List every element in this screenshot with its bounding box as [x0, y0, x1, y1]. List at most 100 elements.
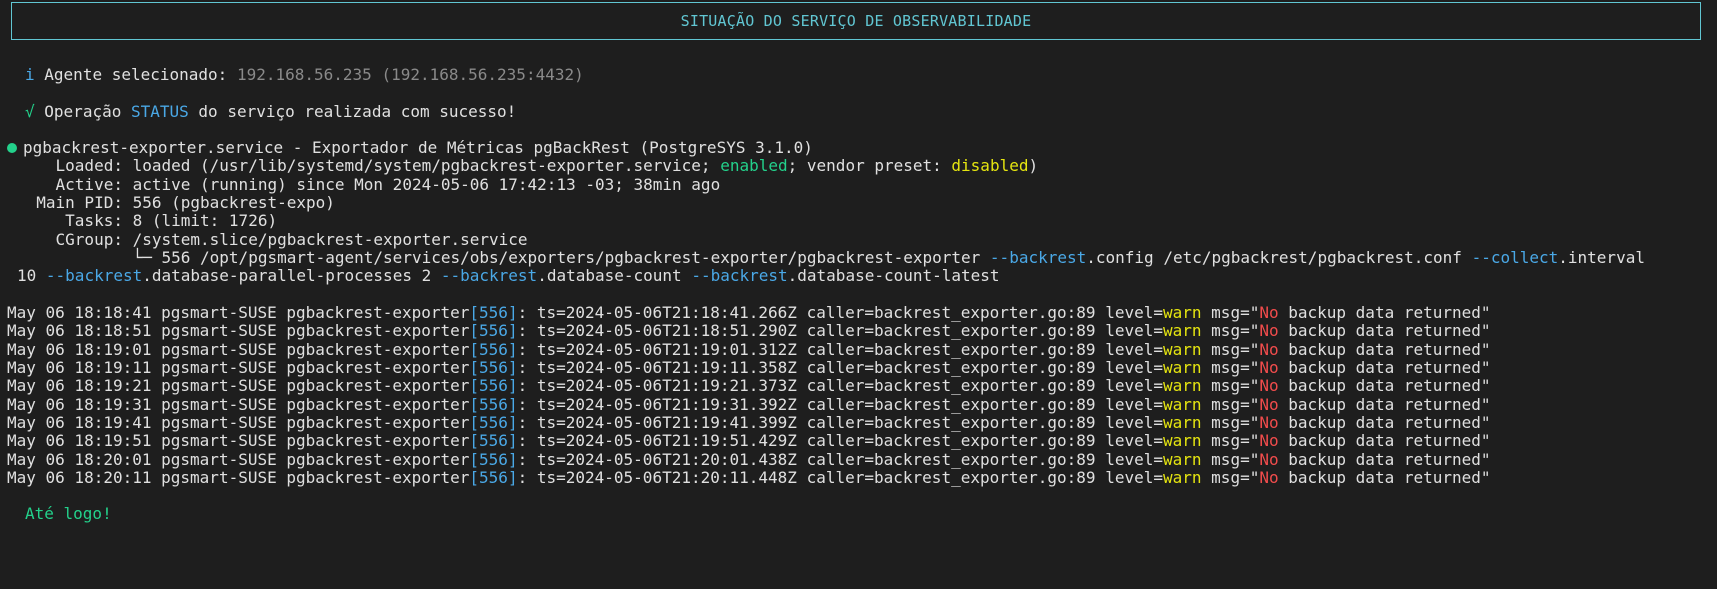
agent-info-line: i Agente selecionado: 192.168.56.235 (19…: [25, 65, 584, 85]
log-line: May 06 18:18:51 pgsmart-SUSE pgbackrest-…: [7, 321, 1491, 341]
success-prefix: Operação: [44, 102, 122, 121]
log-ts: ts=2024-05-06T21:20:01.438Z: [536, 449, 797, 469]
log-msg-no: No: [1259, 303, 1279, 322]
service-header-line: pgbackrest-exporter.service - Exportador…: [7, 138, 813, 158]
log-msg-key: msg=": [1211, 339, 1260, 359]
log-level-key: level=: [1105, 431, 1163, 451]
log-pid: [556]: [469, 339, 518, 359]
log-pid: [556]: [469, 358, 518, 378]
cmd-flag: --backrest: [440, 266, 538, 285]
log-process: pgbackrest-exporter: [286, 339, 470, 359]
service-loaded-line: Loaded: loaded (/usr/lib/systemd/system/…: [17, 156, 1039, 176]
log-ts: ts=2024-05-06T21:19:01.312Z: [536, 339, 797, 359]
log-level: warn: [1163, 358, 1202, 378]
loaded-prefix: Loaded: loaded (/usr/lib/systemd/system/…: [17, 156, 721, 175]
log-msg-rest: backup data returned": [1278, 321, 1491, 341]
log-ts: ts=2024-05-06T21:19:11.358Z: [536, 358, 797, 378]
log-host: pgsmart-SUSE: [161, 431, 277, 451]
log-msg-key: msg=": [1211, 394, 1260, 414]
cmd-flag: --backrest: [989, 248, 1087, 267]
log-host: pgsmart-SUSE: [161, 376, 277, 396]
log-process: pgbackrest-exporter: [286, 376, 470, 396]
log-msg-rest: backup data returned": [1278, 339, 1491, 359]
log-msg-key: msg=": [1211, 321, 1260, 341]
log-timestamp: May 06 18:19:41: [7, 413, 152, 433]
log-msg-key: msg=": [1211, 358, 1260, 378]
log-host: pgsmart-SUSE: [161, 468, 277, 488]
log-level-key: level=: [1105, 339, 1163, 359]
log-msg-no: No: [1259, 376, 1279, 396]
log-timestamp: May 06 18:20:11: [7, 468, 152, 488]
log-process: pgbackrest-exporter: [286, 303, 470, 322]
log-timestamp: May 06 18:20:01: [7, 449, 152, 469]
service-main-pid-line: Main PID: 556 (pgbackrest-expo): [17, 193, 335, 212]
log-timestamp: May 06 18:19:21: [7, 376, 152, 396]
success-line: √ Operação STATUS do serviço realizada c…: [25, 102, 516, 122]
banner-title: SITUAÇÃO DO SERVIÇO DE OBSERVABILIDADE: [680, 12, 1032, 30]
log-msg-no: No: [1259, 413, 1279, 433]
log-msg-rest: backup data returned": [1278, 468, 1491, 488]
loaded-suffix: ): [1028, 156, 1039, 175]
log-caller: caller=backrest_exporter.go:89: [806, 376, 1096, 396]
log-msg-key: msg=": [1211, 431, 1260, 451]
log-caller: caller=backrest_exporter.go:89: [806, 321, 1096, 341]
log-host: pgsmart-SUSE: [161, 413, 277, 433]
log-caller: caller=backrest_exporter.go:89: [806, 413, 1096, 433]
terminal-window[interactable]: SITUAÇÃO DO SERVIÇO DE OBSERVABILIDADE i…: [0, 0, 1717, 589]
log-level: warn: [1163, 394, 1202, 414]
cmd-flag: --collect: [1471, 248, 1559, 267]
log-ts: ts=2024-05-06T21:19:21.373Z: [536, 376, 797, 396]
log-line: May 06 18:19:01 pgsmart-SUSE pgbackrest-…: [7, 339, 1491, 359]
log-level-key: level=: [1105, 376, 1163, 396]
cmd-text: .database-parallel-processes 2: [142, 266, 441, 285]
log-ts: ts=2024-05-06T21:18:41.266Z: [536, 303, 797, 322]
log-ts: ts=2024-05-06T21:19:41.399Z: [536, 413, 797, 433]
log-msg-key: msg=": [1211, 376, 1260, 396]
log-caller: caller=backrest_exporter.go:89: [806, 303, 1096, 322]
cmd-text: .database-count-latest: [787, 266, 1000, 285]
cmd-text: .config /etc/pgbackrest/pgbackrest.conf: [1086, 248, 1472, 267]
log-caller: caller=backrest_exporter.go:89: [806, 431, 1096, 451]
loaded-enabled: enabled: [720, 156, 788, 175]
log-msg-rest: backup data returned": [1278, 376, 1491, 396]
log-host: pgsmart-SUSE: [161, 358, 277, 378]
service-command-line: └─ 556 /opt/pgsmart-agent/services/obs/e…: [17, 248, 1645, 268]
log-level-key: level=: [1105, 321, 1163, 341]
log-line: May 06 18:19:41 pgsmart-SUSE pgbackrest-…: [7, 413, 1491, 433]
service-command-continued-line: 10 --backrest.database-parallel-processe…: [17, 266, 1000, 286]
agent-address: 192.168.56.235 (192.168.56.235:4432): [236, 65, 584, 84]
cmd-text: .interval: [1558, 248, 1645, 267]
log-caller: caller=backrest_exporter.go:89: [806, 468, 1096, 488]
log-pid: [556]: [469, 431, 518, 451]
log-process: pgbackrest-exporter: [286, 321, 470, 341]
log-pid: [556]: [469, 376, 518, 396]
log-host: pgsmart-SUSE: [161, 394, 277, 414]
service-header: pgbackrest-exporter.service - Exportador…: [23, 138, 813, 157]
log-ts: ts=2024-05-06T21:19:51.429Z: [536, 431, 797, 451]
log-host: pgsmart-SUSE: [161, 339, 277, 359]
log-host: pgsmart-SUSE: [161, 449, 277, 469]
log-process: pgbackrest-exporter: [286, 413, 470, 433]
service-active-line: Active: active (running) since Mon 2024-…: [17, 175, 721, 194]
log-timestamp: May 06 18:19:51: [7, 431, 152, 451]
log-msg-rest: backup data returned": [1278, 413, 1491, 433]
log-level: warn: [1163, 321, 1202, 341]
log-level: warn: [1163, 449, 1202, 469]
cmd-text: .database-count: [537, 266, 692, 285]
log-line: May 06 18:19:11 pgsmart-SUSE pgbackrest-…: [7, 358, 1491, 378]
log-msg-rest: backup data returned": [1278, 431, 1491, 451]
info-icon: i: [25, 65, 35, 84]
goodbye-message: Até logo!: [25, 504, 112, 523]
log-level-key: level=: [1105, 449, 1163, 469]
log-line: May 06 18:19:21 pgsmart-SUSE pgbackrest-…: [7, 376, 1491, 396]
log-caller: caller=backrest_exporter.go:89: [806, 449, 1096, 469]
log-level: warn: [1163, 413, 1202, 433]
success-suffix: do serviço realizada com sucesso!: [198, 102, 517, 121]
operation-name: STATUS: [130, 102, 189, 121]
log-line: May 06 18:20:01 pgsmart-SUSE pgbackrest-…: [7, 449, 1491, 469]
checkmark-icon: √: [25, 102, 35, 121]
log-process: pgbackrest-exporter: [286, 358, 470, 378]
agent-label: Agente selecionado:: [44, 65, 228, 84]
log-level-key: level=: [1105, 468, 1163, 488]
log-msg-no: No: [1259, 339, 1279, 359]
